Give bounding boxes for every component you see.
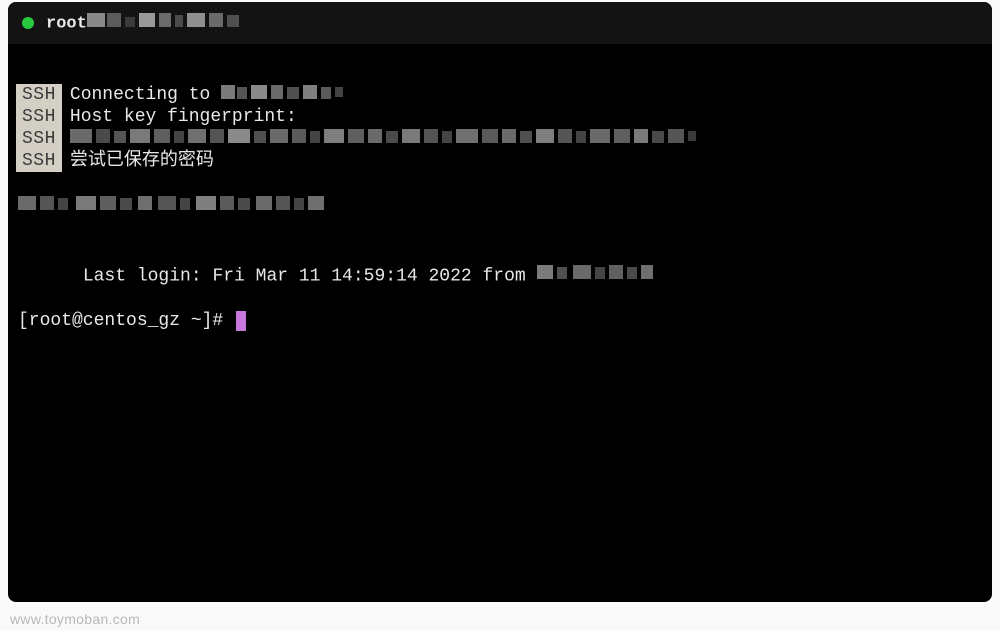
ssh-host-blur [221,83,351,108]
shell-prompt-line[interactable]: [root@centos_gz ~]# [18,310,992,332]
ssh-fingerprint-blur [70,127,700,152]
ssh-connecting-text: Connecting to [70,84,221,106]
last-login-from: from [472,266,537,286]
watermark-text: www.toymoban.com [10,611,140,627]
last-login-ip-blur [537,263,657,288]
ssh-line-fingerprint-value: SSH [8,128,992,150]
ssh-log-block: SSH Connecting to SSH Host key fingerpri… [8,84,992,172]
terminal-body[interactable]: SSH Connecting to SSH Host key fingerpri… [8,44,992,332]
ssh-tag: SSH [16,84,62,106]
last-login-datetime: Fri Mar 11 14:59:14 2022 [212,266,471,286]
window-title: root [46,11,247,35]
ssh-fingerprint-label: Host key fingerprint: [70,106,297,128]
ssh-line-saved-password: SSH 尝试已保存的密码 [8,150,992,172]
ssh-tag: SSH [16,128,62,150]
ssh-line-connecting: SSH Connecting to [8,84,992,106]
ssh-tag: SSH [16,150,62,172]
traffic-light-green[interactable] [22,17,34,29]
ssh-line-fingerprint-label: SSH Host key fingerprint: [8,106,992,128]
prelogin-blur-line [18,194,992,219]
shell-prompt: [root@centos_gz ~]# [18,310,234,332]
prelogin-blur [18,194,328,219]
title-prefix: root [46,14,87,33]
last-login-prefix: Last login: [83,266,213,286]
watermark-domain: www.toymoban.com [10,611,140,627]
last-login-line: Last login: Fri Mar 11 14:59:14 2022 fro… [18,241,992,310]
title-blur [87,11,247,35]
cursor-block [236,311,246,331]
terminal-window: root SSH Connecting to SSH Host key fing… [8,2,992,602]
title-bar[interactable]: root [8,2,992,44]
ssh-tag: SSH [16,106,62,128]
ssh-saved-password-text: 尝试已保存的密码 [70,150,214,172]
